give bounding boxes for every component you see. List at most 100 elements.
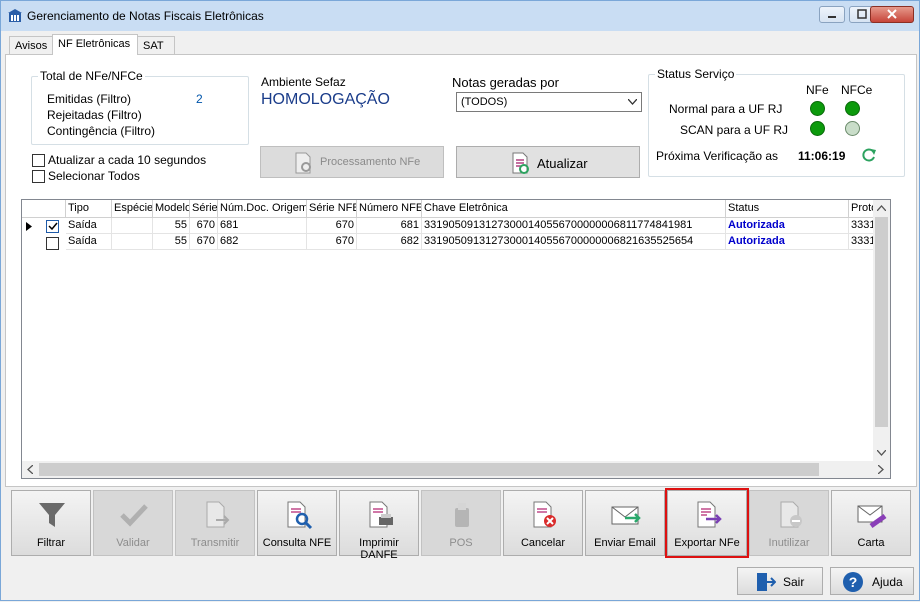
scroll-up-icon[interactable] — [877, 205, 886, 211]
validar-label: Validar — [116, 537, 150, 549]
row-checkbox[interactable] — [46, 220, 59, 233]
status-scan-label: SCAN para a UF RJ — [680, 123, 789, 137]
normal-nfce-status-indicator — [845, 101, 860, 116]
pos-button[interactable]: POS — [421, 490, 501, 556]
vertical-scroll-thumb[interactable] — [875, 217, 888, 427]
transmitir-button[interactable]: Transmitir — [175, 490, 255, 556]
consulta-nfe-button[interactable]: Consulta NFE — [257, 490, 337, 556]
grid-header-chave[interactable]: Chave Eletrônica — [422, 200, 726, 218]
ambiente-value: HOMOLOGAÇÃO — [261, 91, 390, 108]
document-search-icon — [287, 501, 313, 530]
cell-especie — [112, 234, 153, 250]
exportar-nfe-button[interactable]: Exportar NFe — [665, 488, 749, 558]
processamento-nfe-label: Processamento NFe — [320, 156, 421, 168]
proxima-verificacao-value: 11:06:19 — [798, 149, 846, 163]
tab-avisos[interactable]: Avisos — [9, 36, 53, 54]
grid-header-tipo[interactable]: Tipo — [66, 200, 112, 218]
vertical-scrollbar[interactable] — [873, 200, 890, 462]
atualizar-label: Atualizar a cada 10 segundos — [48, 153, 207, 167]
exportar-nfe-label: Exportar NFe — [674, 537, 740, 549]
cell-serie-nfe: 670 — [307, 218, 357, 234]
notas-geradas-label: Notas geradas por — [452, 75, 559, 90]
cell-status: Autorizada — [726, 234, 849, 250]
funnel-icon — [39, 503, 65, 527]
tab-nf-eletronicas[interactable]: NF Eletrônicas — [52, 34, 138, 55]
status-col-nfce: NFCe — [841, 83, 873, 97]
grid-header-modelo[interactable]: Modelo — [153, 200, 190, 218]
cell-chave: 3319050913127300014055670000000681177484… — [422, 218, 726, 234]
minimize-button[interactable] — [819, 6, 845, 23]
grid-header-select — [22, 200, 66, 218]
transmitir-label: Transmitir — [190, 537, 240, 549]
imprimir-danfe-button[interactable]: Imprimir DANFE — [339, 490, 419, 561]
close-icon — [887, 9, 897, 19]
close-button[interactable] — [870, 6, 914, 23]
scroll-down-icon[interactable] — [877, 450, 886, 456]
scroll-left-icon[interactable] — [27, 465, 33, 474]
validar-button[interactable]: Validar — [93, 490, 173, 556]
processamento-nfe-button[interactable]: Processamento NFe — [260, 146, 444, 178]
proxima-verificacao-label: Próxima Verificação as — [656, 149, 779, 163]
ajuda-button[interactable]: ? Ajuda — [830, 567, 914, 595]
rejeitadas-label: Rejeitadas (Filtro) — [47, 108, 142, 122]
check-icon — [120, 504, 148, 527]
horizontal-scrollbar[interactable] — [22, 461, 890, 478]
nfe-grid: Tipo Espécie Modelo Série Núm.Doc. Orige… — [21, 199, 891, 479]
row-pointer-icon — [26, 222, 32, 231]
grid-header-num-doc[interactable]: Núm.Doc. Origem — [218, 200, 307, 218]
cell-numero-nfe: 682 — [357, 234, 422, 250]
notas-geradas-selected: (TODOS) — [461, 96, 508, 108]
status-servico-group: Status Serviço NFe NFCe Normal para a UF… — [648, 67, 905, 177]
horizontal-scroll-thumb[interactable] — [39, 463, 819, 476]
atualizar-label: Atualizar — [537, 156, 588, 171]
chevron-down-icon — [628, 99, 637, 105]
pos-terminal-icon — [455, 503, 469, 527]
status-servico-label: Status Serviço — [655, 67, 737, 81]
app-building-icon — [8, 9, 22, 22]
title-bar: Gerenciamento de Notas Fiscais Eletrônic… — [1, 1, 919, 31]
status-col-nfe: NFe — [806, 83, 829, 97]
atualizar-button[interactable]: Atualizar — [456, 146, 640, 178]
scan-nfce-status-indicator — [845, 121, 860, 136]
grid-header-numero-nfe[interactable]: Número NFE — [357, 200, 422, 218]
document-disable-icon — [780, 501, 802, 528]
filtrar-button[interactable]: Filtrar — [11, 490, 91, 556]
document-send-icon — [206, 501, 230, 528]
selecionar-todos-checkbox[interactable] — [32, 170, 45, 183]
cancelar-button[interactable]: Cancelar — [503, 490, 583, 556]
refresh-icon[interactable] — [861, 147, 877, 163]
email-send-icon — [611, 506, 641, 525]
ajuda-label: Ajuda — [872, 575, 903, 589]
notas-geradas-select[interactable]: (TODOS) — [456, 92, 642, 112]
action-toolbar: Filtrar Validar Transmitir Consulta NFE … — [10, 488, 912, 561]
cell-num-doc: 682 — [218, 234, 307, 250]
help-icon: ? — [843, 572, 863, 592]
grid-header-status[interactable]: Status — [726, 200, 849, 218]
grid-header-serie[interactable]: Série — [190, 200, 218, 218]
carta-button[interactable]: Carta — [831, 490, 911, 556]
cancelar-label: Cancelar — [520, 537, 566, 549]
atualizar-checkbox[interactable] — [32, 154, 45, 167]
row-checkbox[interactable] — [46, 237, 59, 250]
scroll-right-icon[interactable] — [878, 465, 884, 474]
enviar-email-button[interactable]: Enviar Email — [585, 490, 665, 556]
enviar-email-label: Enviar Email — [594, 537, 656, 549]
grid-header-serie-nfe[interactable]: Série NFE — [307, 200, 357, 218]
cell-chave: 3319050913127300014055670000000682163552… — [422, 234, 726, 250]
pos-label: POS — [449, 537, 473, 549]
grid-header-especie[interactable]: Espécie — [112, 200, 153, 218]
ambiente-label: Ambiente Sefaz — [261, 75, 346, 89]
status-normal-label: Normal para a UF RJ — [669, 102, 783, 116]
document-gear-icon — [295, 152, 311, 174]
contingencia-label: Contingência (Filtro) — [47, 124, 156, 138]
sair-button[interactable]: Sair — [737, 567, 823, 595]
document-export-icon — [697, 501, 722, 528]
cell-tipo: Saída — [66, 218, 112, 234]
totals-group: Total de NFe/NFCe Emitidas (Filtro) 2 Re… — [31, 69, 249, 145]
inutilizar-button[interactable]: Inutilizar — [749, 490, 829, 556]
carta-label: Carta — [857, 537, 885, 549]
cell-status: Autorizada — [726, 218, 849, 234]
svg-text:?: ? — [849, 574, 858, 590]
tab-sat[interactable]: SAT — [137, 36, 175, 54]
cell-serie: 670 — [190, 234, 218, 250]
